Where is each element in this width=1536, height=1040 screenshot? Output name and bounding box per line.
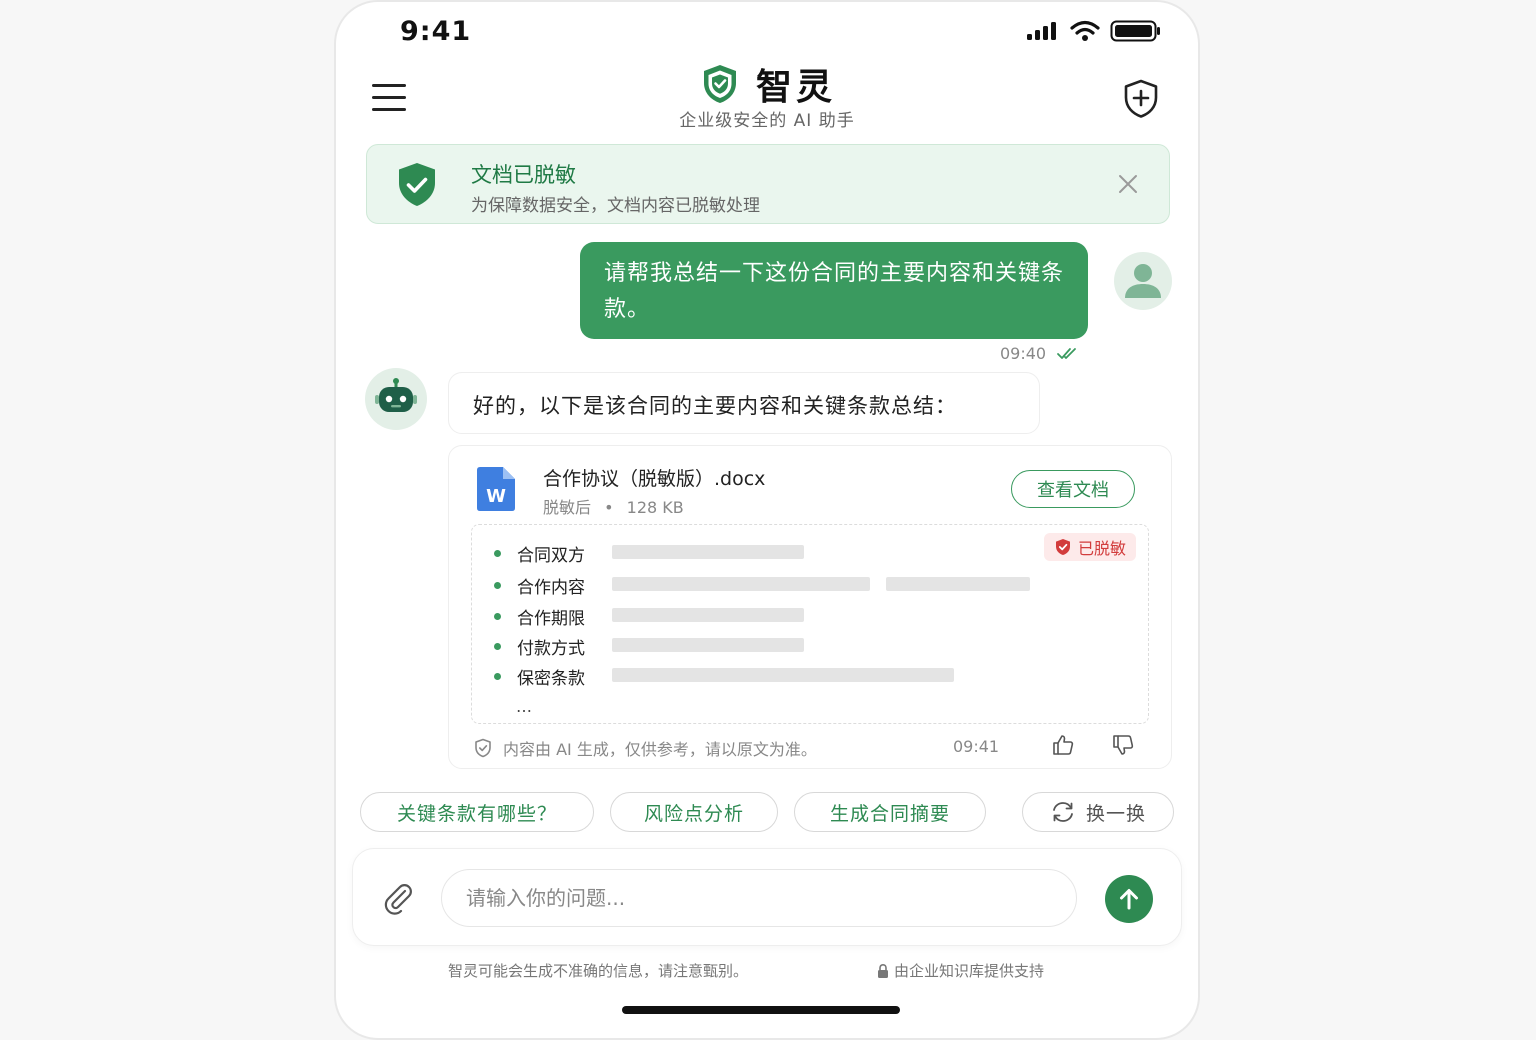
suggestion-chip-key-clauses[interactable]: 关键条款有哪些？ [360,792,594,832]
status-icons [1026,20,1162,42]
ai-disclaimer: 内容由 AI 生成，仅供参考，请以原文为准。 [473,736,817,760]
user-message-bubble: 请帮我总结一下这份合同的主要内容和关键条款。 [580,242,1088,339]
shield-check-red-icon [1055,539,1070,555]
bullet-dot [494,643,501,650]
signal-icon [1027,22,1056,40]
reply-time: 09:41 [953,737,1000,756]
document-size: 128 KB [626,498,684,517]
redacted-badge-label: 已脱敏 [1077,539,1126,558]
assistant-message-bubble: 好的，以下是该合同的主要内容和关键条款总结： [448,372,1040,434]
banner-title: 文档已脱敏 [471,163,576,187]
disclaimer-text: 内容由 AI 生成，仅供参考，请以原文为准。 [503,740,817,759]
summary-item-label: 合作内容 [517,578,585,598]
message-input[interactable] [441,869,1077,927]
send-button[interactable] [1105,875,1153,923]
lock-icon [878,963,888,978]
user-avatar-icon [1114,252,1172,310]
brand: 智灵 [336,58,1198,110]
file-icon-letter: W [486,486,506,507]
message-composer [352,848,1182,946]
shield-check-icon [399,163,435,206]
summary-item: 合同双方 [494,541,585,566]
more-ellipsis: … [516,697,532,716]
shield-check-logo-icon [703,65,736,103]
footer-support-text: 由企业知识库提供支持 [894,962,1045,980]
redacted-text-bar [612,545,804,559]
redacted-text-bar [612,668,954,682]
read-check-icon [1057,347,1077,359]
redacted-text-bar [612,638,804,652]
new-chat-shield-button[interactable] [1120,78,1162,124]
arrow-up-icon [1120,889,1138,910]
bullet-dot [494,550,501,557]
banner-text: 为保障数据安全，文档内容已脱敏处理 [471,196,760,216]
shield-plus-icon [1124,79,1158,118]
message-time: 09:40 [1000,344,1047,363]
redacted-text-bar [886,577,1030,591]
redacted-text-bar [612,577,870,591]
message-meta: 09:40 [1000,344,1082,363]
suggestion-chip-risk-analysis[interactable]: 风险点分析 [610,792,778,832]
summary-item-label: 合作期限 [517,609,585,629]
assistant-avatar-icon [365,368,427,430]
bullet-dot [494,582,501,589]
app-name: 智灵 [755,67,836,108]
document-card: W 合作协议（脱敏版）.docx 脱敏后 • 128 KB 查看文档 已脱敏 合… [448,445,1172,769]
suggestion-chip-contract-summary[interactable]: 生成合同摘要 [794,792,986,832]
close-icon[interactable] [1117,173,1139,195]
document-name[interactable]: 合作协议（脱敏版）.docx [543,464,765,491]
thumbs-down-icon[interactable] [1111,733,1135,757]
wifi-icon [1070,20,1100,41]
status-time: 9:41 [400,16,472,47]
battery-icon [1110,20,1160,42]
bullet-dot [494,613,501,620]
shield-check-outline-icon [475,738,491,758]
paperclip-icon[interactable] [381,881,415,915]
redacted-text-bar [612,608,804,622]
word-file-icon: W [477,467,515,511]
phone-screen: 9:41 智灵 企业级安全的 AI 助手 文档已脱敏 为保障数据安全，文档内容已… [334,0,1200,1040]
summary-item-label: 保密条款 [517,669,585,689]
summary-item: 合作内容 [494,573,585,598]
document-meta: 脱敏后 • 128 KB [543,494,684,518]
redacted-badge: 已脱敏 [1043,533,1136,561]
desensitized-banner: 文档已脱敏 为保障数据安全，文档内容已脱敏处理 [366,144,1170,224]
bullet-dot [494,673,501,680]
summary-item-label: 付款方式 [517,639,585,659]
app-subtitle: 企业级安全的 AI 助手 [679,111,855,131]
summary-item: 保密条款 [494,664,585,689]
refresh-icon [1053,802,1073,822]
refresh-suggestions-button[interactable]: 换一换 [1022,792,1174,832]
summary-item-label: 合同双方 [517,546,585,566]
summary-item: 合作期限 [494,604,585,629]
footer-support: 由企业知识库提供支持 [876,960,1044,981]
summary-item: 付款方式 [494,634,585,659]
document-status: 脱敏后 [543,498,592,517]
summary-box: 已脱敏 合同双方 合作内容 合作期限 付款方式 保密条款 … [471,524,1149,724]
meta-separator: • [604,498,614,517]
view-document-button[interactable]: 查看文档 [1011,470,1135,508]
thumbs-up-icon[interactable] [1051,733,1075,757]
refresh-label: 换一换 [1085,802,1146,825]
footer-disclaimer: 智灵可能会生成不准确的信息，请注意甄别。 [448,962,749,980]
home-indicator [622,1006,900,1014]
